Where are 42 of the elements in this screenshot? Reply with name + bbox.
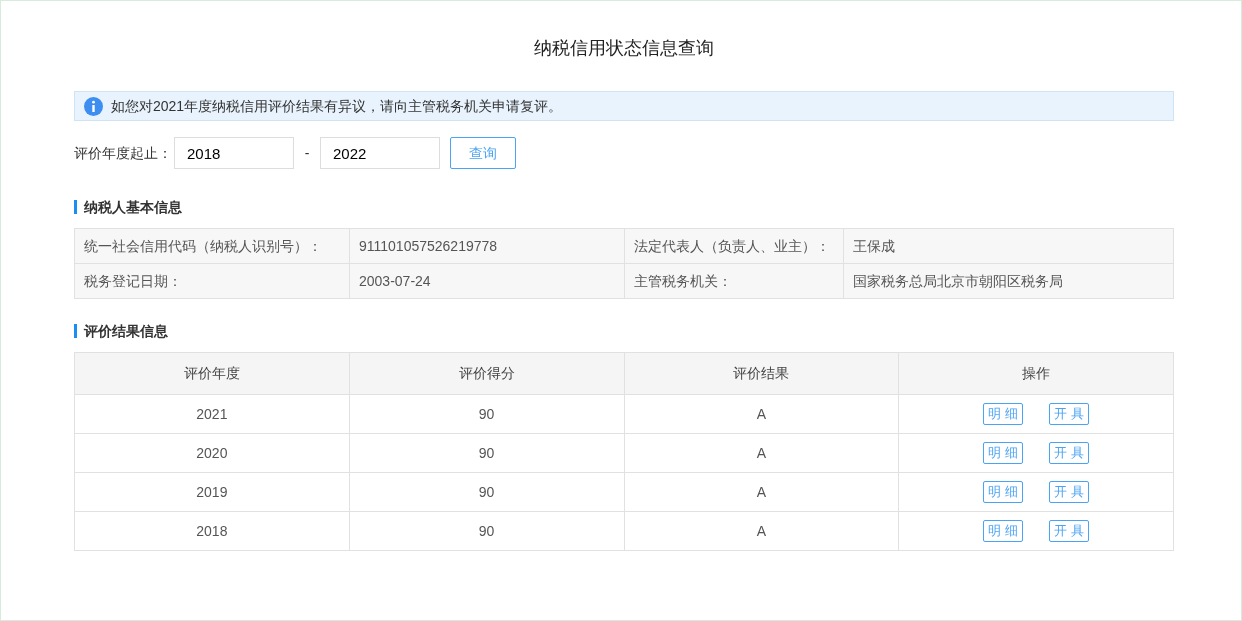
- table-cell: A: [624, 433, 899, 473]
- range-separator: -: [303, 143, 311, 163]
- action-button[interactable]: 开具: [1049, 403, 1090, 425]
- table-cell: A: [624, 472, 899, 512]
- column-header: 操作: [898, 352, 1174, 395]
- field-value: 王保成: [843, 228, 1174, 264]
- field-label: 主管税务机关：: [624, 263, 844, 299]
- table-cell: 90: [349, 394, 624, 434]
- table-cell: 2020: [74, 433, 350, 473]
- field-label: 统一社会信用代码（纳税人识别号）：: [74, 228, 350, 264]
- action-button[interactable]: 开具: [1049, 520, 1090, 542]
- year-range-label: 评价年度起止：: [74, 143, 172, 163]
- column-header: 评价结果: [624, 352, 899, 395]
- column-header: 评价得分: [349, 352, 624, 395]
- page-title: 纳税信用状态信息查询: [534, 37, 714, 59]
- action-button[interactable]: 明细: [983, 442, 1024, 464]
- start-year-field[interactable]: 2018: [174, 137, 294, 169]
- table-cell: A: [624, 511, 899, 551]
- section-heading: 评价结果信息: [84, 321, 168, 341]
- field-value: 2003-07-24: [349, 263, 625, 299]
- field-value: 911101057526219778: [349, 228, 625, 264]
- table-cell: 2018: [74, 511, 350, 551]
- action-button[interactable]: 开具: [1049, 481, 1090, 503]
- action-button[interactable]: 明细: [983, 481, 1024, 503]
- table-cell: 90: [349, 511, 624, 551]
- notice-text: 如您对2021年度纳税信用评价结果有异议，请向主管税务机关申请复评。: [111, 96, 563, 116]
- field-label: 法定代表人（负责人、业主）：: [624, 228, 844, 264]
- end-year-field[interactable]: 2022: [320, 137, 440, 169]
- table-cell: 2021: [74, 394, 350, 434]
- field-label: 税务登记日期：: [74, 263, 350, 299]
- table-cell: 2019: [74, 472, 350, 512]
- table-cell: 90: [349, 433, 624, 473]
- section-heading: 纳税人基本信息: [84, 197, 182, 217]
- field-value: 国家税务总局北京市朝阳区税务局: [843, 263, 1174, 299]
- action-button[interactable]: 开具: [1049, 442, 1090, 464]
- table-cell: A: [624, 394, 899, 434]
- action-button[interactable]: 明细: [983, 403, 1024, 425]
- table-cell: 90: [349, 472, 624, 512]
- query-button[interactable]: 查询: [450, 137, 516, 169]
- action-button[interactable]: 明细: [983, 520, 1024, 542]
- column-header: 评价年度: [74, 352, 350, 395]
- info-icon: [84, 96, 103, 116]
